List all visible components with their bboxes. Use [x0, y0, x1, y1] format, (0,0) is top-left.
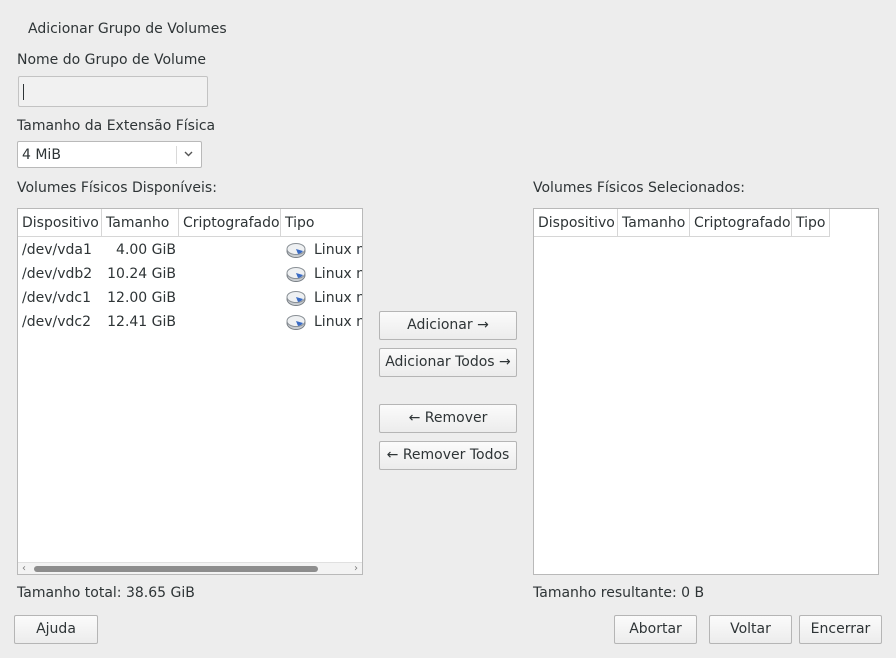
scrollbar-thumb[interactable]: [34, 566, 318, 572]
vg-name-label: Nome do Grupo de Volume: [17, 52, 207, 68]
size-cell: 12.00 GiB: [107, 290, 176, 306]
column-type[interactable]: Tipo: [281, 209, 362, 237]
available-table-header: Dispositivo Tamanho Criptografado Tipo: [18, 209, 362, 237]
device-cell: /dev/vdb2: [22, 266, 93, 282]
abort-button[interactable]: Abortar: [614, 615, 697, 644]
type-cell: Linux na: [314, 242, 362, 258]
available-pv-label: Volumes Físicos Disponíveis:: [17, 180, 217, 196]
selected-table-header: Dispositivo Tamanho Criptografado Tipo: [534, 209, 830, 237]
device-cell: /dev/vdc1: [22, 290, 91, 306]
column-size[interactable]: Tamanho: [618, 209, 690, 237]
table-row[interactable]: /dev/vda1 4.00 GiB Linux na: [18, 238, 362, 262]
vg-name-input[interactable]: [18, 76, 208, 107]
size-cell: 10.24 GiB: [107, 266, 176, 282]
resulting-size: Tamanho resultante: 0 B: [533, 585, 705, 601]
hard-disk-icon: [286, 315, 306, 330]
size-cell: 12.41 GiB: [107, 314, 176, 330]
column-encrypted[interactable]: Criptografado: [179, 209, 281, 237]
extent-size-value: 4 MiB: [22, 147, 61, 163]
selected-pv-table[interactable]: Dispositivo Tamanho Criptografado Tipo: [533, 208, 879, 575]
size-cell: 4.00 GiB: [116, 242, 176, 258]
selected-pv-label: Volumes Físicos Selecionados:: [533, 180, 746, 196]
select-separator: [176, 146, 177, 164]
chevron-down-icon: [184, 151, 193, 157]
scroll-right-icon[interactable]: ›: [354, 563, 358, 574]
finish-button[interactable]: Encerrar: [799, 615, 882, 644]
add-all-button[interactable]: Adicionar Todos →: [379, 348, 517, 377]
dialog-title: Adicionar Grupo de Volumes: [28, 21, 227, 37]
hard-disk-icon: [286, 267, 306, 282]
scroll-left-icon[interactable]: ‹: [22, 563, 26, 574]
type-cell: Linux na: [314, 314, 362, 330]
help-button[interactable]: Ajuda: [14, 615, 98, 644]
type-cell: Linux na: [314, 290, 362, 306]
column-device[interactable]: Dispositivo: [534, 209, 618, 237]
extent-size-label: Tamanho da Extensão Física: [17, 118, 216, 134]
hard-disk-icon: [286, 243, 306, 258]
column-encrypted[interactable]: Criptografado: [690, 209, 792, 237]
available-total-size: Tamanho total: 38.65 GiB: [17, 585, 195, 601]
text-caret: [23, 84, 24, 100]
column-type[interactable]: Tipo: [792, 209, 830, 237]
table-row[interactable]: /dev/vdb2 10.24 GiB Linux na: [18, 262, 362, 286]
column-device[interactable]: Dispositivo: [18, 209, 102, 237]
extent-size-select[interactable]: 4 MiB: [17, 141, 202, 168]
table-row[interactable]: /dev/vdc2 12.41 GiB Linux na: [18, 310, 362, 334]
hard-disk-icon: [286, 291, 306, 306]
type-cell: Linux na: [314, 266, 362, 282]
device-cell: /dev/vda1: [22, 242, 92, 258]
column-size[interactable]: Tamanho: [102, 209, 179, 237]
remove-all-button[interactable]: ← Remover Todos: [379, 441, 517, 470]
remove-button[interactable]: ← Remover: [379, 404, 517, 433]
horizontal-scrollbar[interactable]: ‹ ›: [18, 562, 362, 574]
available-pv-table[interactable]: Dispositivo Tamanho Criptografado Tipo /…: [17, 208, 363, 575]
back-button[interactable]: Voltar: [709, 615, 792, 644]
device-cell: /dev/vdc2: [22, 314, 91, 330]
table-row[interactable]: /dev/vdc1 12.00 GiB Linux na: [18, 286, 362, 310]
add-button[interactable]: Adicionar →: [379, 311, 517, 340]
